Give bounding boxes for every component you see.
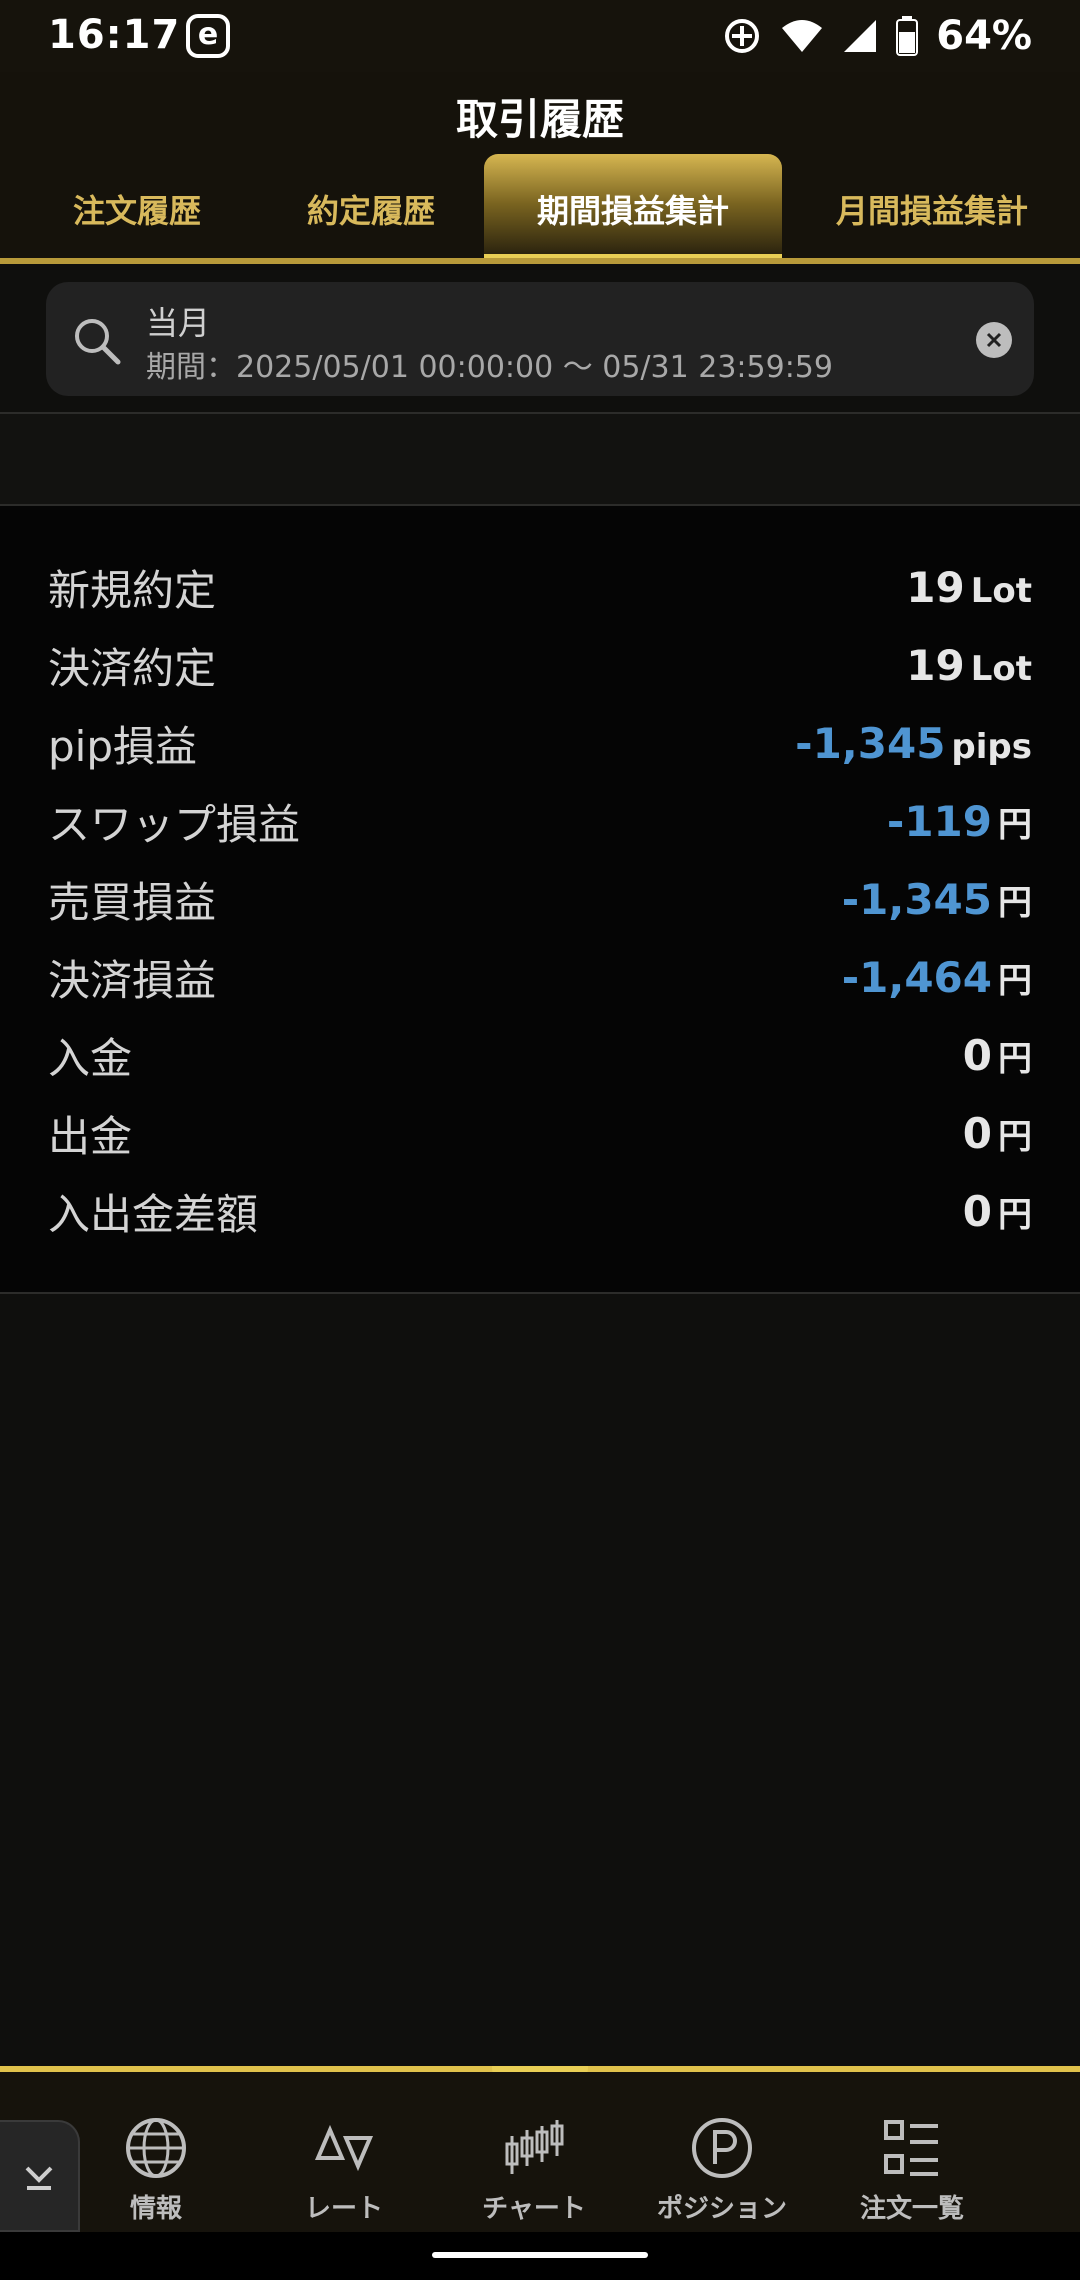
search-period: 期間：2025/05/01 00:00:00 ～ 05/31 23:59:59 (146, 350, 833, 385)
row-label: 決済損益 (48, 955, 217, 1005)
nav-label: チャート (482, 2194, 586, 2224)
row-label: 新規約定 (48, 565, 217, 615)
nav-info[interactable]: 情報 (66, 2116, 246, 2232)
value-number: -119 (886, 796, 992, 846)
cell-signal-icon (844, 20, 877, 52)
value-unit: 円 (998, 804, 1032, 845)
summary-row-settled-contracts: 決済約定 19 Lot (48, 626, 1032, 704)
home-indicator[interactable] (432, 2252, 648, 2258)
page-title: 取引履歴 (455, 95, 624, 144)
row-value: 0円 (963, 1109, 1032, 1158)
tab-bar: 注文履歴 約定履歴 期間損益集計 月間損益集計 (0, 154, 1080, 264)
row-label: pip損益 (48, 721, 197, 771)
empty-area (0, 1294, 1080, 2068)
row-label: 入金 (48, 1033, 133, 1083)
summary-row-swap-pl: スワップ損益 -119 円 (48, 782, 1032, 860)
row-label: 入出金差額 (48, 1189, 259, 1239)
pl-summary: 新規約定 19 Lot 決済約定 19 Lot pip損益 -1,345 pips ス… (0, 506, 1080, 1294)
value-number: -1,464 (841, 952, 992, 1002)
status-icons: 64% (722, 10, 1032, 62)
tab-execution-history[interactable]: 約定履歴 (276, 154, 466, 264)
tab-order-history[interactable]: 注文履歴 (42, 154, 232, 264)
search-area: 当月 期間：2025/05/01 00:00:00 ～ 05/31 23:59:… (0, 264, 1080, 414)
row-value: -1,464 円 (842, 953, 1032, 1002)
value-unit: Lot (970, 648, 1032, 689)
nav-position[interactable]: ポジション (632, 2116, 812, 2232)
nav-label: 情報 (129, 2194, 182, 2224)
value-number: 0 (962, 1030, 992, 1080)
tab-monthly-pl-summary[interactable]: 月間損益集計 (812, 154, 1052, 264)
battery-percent: 64% (936, 13, 1032, 59)
nav-order-list[interactable]: 注文一覧 (822, 2116, 1002, 2232)
row-label: スワップ損益 (48, 799, 301, 849)
position-p-icon (692, 2118, 752, 2178)
value-number: 19 (906, 562, 965, 612)
battery-icon (896, 16, 919, 56)
rate-triangles-icon (314, 2124, 374, 2172)
gesture-bar (0, 2232, 1080, 2280)
value-unit: Lot (970, 570, 1032, 611)
value-unit: 円 (998, 1038, 1032, 1079)
collapse-down-icon (25, 2166, 53, 2190)
value-number: 0 (962, 1186, 992, 1236)
wifi-icon (782, 20, 823, 52)
summary-row-deposit: 入金 0円 (48, 1016, 1032, 1094)
search-title: 当月 (146, 304, 211, 342)
period-search-box[interactable]: 当月 期間：2025/05/01 00:00:00 ～ 05/31 23:59:… (46, 282, 1034, 396)
value-number: 0 (962, 1108, 992, 1158)
summary-row-settlement-pl: 決済損益 -1,464 円 (48, 938, 1032, 1016)
close-icon (986, 332, 1002, 348)
value-unit: 円 (998, 882, 1032, 923)
search-icon (75, 319, 121, 365)
summary-row-net-deposit: 入出金差額 0円 (48, 1172, 1032, 1250)
candlestick-icon (505, 2120, 564, 2174)
tab-period-pl-summary[interactable]: 期間損益集計 (484, 154, 782, 264)
value-number: -1,345 (841, 874, 992, 924)
value-unit: 円 (998, 960, 1032, 1001)
nav-chart[interactable]: チャート (444, 2116, 624, 2232)
row-label: 売買損益 (48, 877, 217, 927)
row-value: -1,345 円 (842, 875, 1032, 924)
summary-row-withdrawal: 出金 0円 (48, 1094, 1032, 1172)
status-bar: 16:17 e 64% (0, 0, 1080, 72)
value-unit: pips (951, 726, 1032, 767)
row-value: 19 Lot (906, 563, 1032, 612)
summary-row-trading-pl: 売買損益 -1,345 円 (48, 860, 1032, 938)
nav-label: 注文一覧 (859, 2194, 964, 2224)
row-value: -119 円 (887, 797, 1032, 846)
nav-label: レート (304, 2194, 383, 2224)
row-value: 0円 (963, 1031, 1032, 1080)
spacer-band (0, 414, 1080, 506)
clear-button[interactable] (976, 322, 1012, 358)
app-header: 取引履歴 注文履歴 約定履歴 期間損益集計 月間損益集計 (0, 72, 1080, 264)
globe-icon (126, 2118, 186, 2178)
value-unit: 円 (998, 1116, 1032, 1157)
row-value: 19 Lot (906, 641, 1032, 690)
status-time: 16:17 (48, 12, 181, 58)
row-label: 決済約定 (48, 643, 217, 693)
value-unit: 円 (998, 1194, 1032, 1235)
summary-row-new-contracts: 新規約定 19 Lot (48, 548, 1032, 626)
nav-rate[interactable]: レート (254, 2116, 434, 2232)
order-list-icon (884, 2120, 938, 2176)
value-number: 19 (906, 640, 965, 690)
row-label: 出金 (48, 1111, 133, 1161)
summary-row-pip-pl: pip損益 -1,345 pips (48, 704, 1032, 782)
sync-icon (725, 19, 760, 53)
nav-label: ポジション (656, 2194, 787, 2224)
app-badge-icon: e (186, 14, 230, 58)
bottom-nav: 情報 レート チャート ポジション 注文一覧 (0, 2072, 1080, 2232)
row-value: -1,345 pips (795, 719, 1032, 768)
row-value: 0円 (963, 1187, 1032, 1236)
value-number: -1,345 (795, 718, 946, 768)
